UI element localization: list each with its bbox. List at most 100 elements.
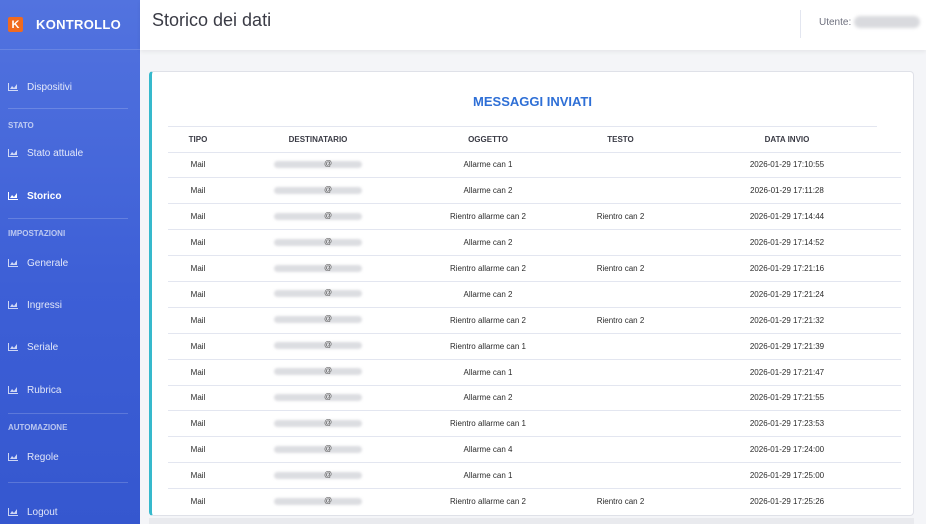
user-label[interactable]: Utente: (819, 17, 851, 28)
cell-oggetto: Allarme can 2 (408, 177, 568, 204)
sidebar-item-label: Generale (27, 257, 69, 269)
chart-area-icon (8, 301, 18, 309)
chart-area-icon (8, 192, 18, 200)
recipient-email-redacted: @ (268, 366, 368, 376)
sidebar-divider (8, 108, 128, 109)
email-at-sign: @ (324, 495, 333, 505)
cell-tipo: Mail (168, 151, 228, 178)
cell-tipo: Mail (168, 203, 228, 230)
table-row[interactable]: Mail @ Allarme can 4 2026-01-29 17:24:00 (168, 436, 901, 463)
cell-oggetto: Rientro allarme can 2 (408, 255, 568, 282)
cell-oggetto: Allarme can 4 (408, 436, 568, 463)
sidebar-item-generale[interactable]: Generale (0, 251, 140, 275)
table-row[interactable]: Mail @ Rientro allarme can 1 2026-01-29 17:… (168, 332, 901, 360)
cell-testo (568, 229, 673, 256)
cell-destinatario: @ (228, 384, 408, 411)
recipient-email-redacted: @ (268, 237, 368, 247)
table-row[interactable]: Mail @ Rientro allarme can 2 Rientro can 22… (168, 306, 901, 334)
cell-testo (568, 332, 673, 360)
cell-tipo: Mail (168, 177, 228, 204)
table-row[interactable]: Mail @ Allarme can 1 2026-01-29 17:21:47 (168, 358, 901, 386)
table-row[interactable]: Mail @ Allarme can 2 2026-01-29 17:11:28 (168, 177, 901, 204)
sidebar-item-rubrica[interactable]: Rubrica (0, 378, 140, 402)
sidebar-item-dispositivi[interactable]: Dispositivi (0, 75, 140, 99)
recipient-email-redacted: @ (268, 418, 368, 428)
sidebar-item-regole[interactable]: Regole (0, 445, 140, 469)
column-header-destinatario[interactable]: DESTINATARIO (228, 128, 408, 152)
recipient-email-redacted: @ (268, 470, 368, 480)
cell-destinatario: @ (228, 280, 408, 308)
messages-table: TIPO DESTINATARIO OGGETTO TESTO DATA INV… (168, 128, 901, 515)
cell-destinatario: @ (228, 410, 408, 437)
table-row[interactable]: Mail @ Allarme can 2 2026-01-29 17:21:55 (168, 384, 901, 411)
brand-logo: K (8, 17, 23, 32)
card-title: MESSAGGI INVIATI (473, 94, 592, 109)
cell-oggetto: Rientro allarme can 2 (408, 306, 568, 334)
table-row[interactable]: Mail @ Rientro allarme can 2 Rientro can 22… (168, 255, 901, 282)
redaction-blur (274, 419, 362, 427)
column-header-oggetto[interactable]: OGGETTO (408, 128, 568, 152)
topbar: Storico dei dati Utente: (140, 0, 926, 50)
cell-data-invio: 2026-01-29 17:14:44 (673, 203, 901, 230)
sidebar-item-storico[interactable]: Storico (0, 184, 140, 208)
sidebar-item-logout[interactable]: Logout (0, 500, 140, 524)
horizontal-scrollbar[interactable] (149, 518, 914, 524)
cell-tipo: Mail (168, 280, 228, 308)
email-at-sign: @ (324, 236, 333, 246)
cell-oggetto: Rientro allarme can 1 (408, 332, 568, 360)
cell-data-invio: 2026-01-29 17:25:00 (673, 462, 901, 489)
redaction-blur (274, 238, 362, 246)
column-header-data-invio[interactable]: DATA INVIO (673, 128, 901, 152)
redaction-blur (274, 368, 362, 376)
user-name-redacted[interactable] (854, 16, 920, 28)
recipient-email-redacted: @ (268, 159, 368, 169)
table-header-row: TIPO DESTINATARIO OGGETTO TESTO DATA INV… (168, 128, 901, 152)
cell-testo: Rientro can 2 (568, 203, 673, 230)
recipient-email-redacted: @ (268, 211, 368, 221)
cell-oggetto: Rientro allarme can 1 (408, 410, 568, 437)
cell-destinatario: @ (228, 488, 408, 515)
cell-data-invio: 2026-01-29 17:14:52 (673, 229, 901, 256)
sidebar-item-stato-attuale[interactable]: Stato attuale (0, 141, 140, 165)
table-row[interactable]: Mail @ Rientro allarme can 2 Rientro can 22… (168, 203, 901, 230)
table-row[interactable]: Mail @ Allarme can 1 2026-01-29 17:25:00 (168, 462, 901, 489)
cell-destinatario: @ (228, 151, 408, 178)
chart-area-icon (8, 149, 18, 157)
redaction-blur (274, 342, 362, 350)
section-impostazioni: IMPOSTAZIONI (8, 229, 66, 238)
section-automazione: AUTOMAZIONE (8, 423, 68, 432)
sidebar-item-ingressi[interactable]: Ingressi (0, 293, 140, 317)
sidebar-divider (8, 413, 128, 414)
chart-area-icon (8, 83, 18, 91)
redaction-blur (274, 445, 362, 453)
cell-destinatario: @ (228, 177, 408, 204)
cell-tipo: Mail (168, 358, 228, 386)
column-header-testo[interactable]: TESTO (568, 128, 673, 152)
sidebar-item-seriale[interactable]: Seriale (0, 335, 140, 359)
table-row[interactable]: Mail @ Allarme can 2 2026-01-29 17:14:52 (168, 229, 901, 256)
email-at-sign: @ (324, 366, 333, 376)
redaction-blur (274, 393, 362, 401)
cell-destinatario: @ (228, 255, 408, 282)
sidebar-item-label: Regole (27, 451, 59, 463)
cell-destinatario: @ (228, 306, 408, 334)
email-at-sign: @ (324, 417, 333, 427)
table-row[interactable]: Mail @ Rientro allarme can 2 Rientro can 22… (168, 488, 901, 515)
sidebar: K KONTROLLO Dispositivi STATO Stato attu… (0, 0, 140, 524)
cell-destinatario: @ (228, 332, 408, 360)
email-at-sign: @ (324, 340, 333, 350)
cell-tipo: Mail (168, 488, 228, 515)
cell-data-invio: 2026-01-29 17:21:39 (673, 332, 901, 360)
table-row[interactable]: Mail @ Allarme can 1 2026-01-29 17:10:55 (168, 151, 901, 178)
table-row[interactable]: Mail @ Allarme can 2 2026-01-29 17:21:24 (168, 280, 901, 308)
cell-tipo: Mail (168, 436, 228, 463)
column-header-tipo[interactable]: TIPO (168, 128, 228, 152)
table-row[interactable]: Mail @ Rientro allarme can 1 2026-01-29 17:… (168, 410, 901, 437)
cell-data-invio: 2026-01-29 17:21:47 (673, 358, 901, 386)
cell-testo (568, 280, 673, 308)
brand[interactable]: K KONTROLLO (0, 0, 140, 50)
cell-data-invio: 2026-01-29 17:10:55 (673, 151, 901, 178)
cell-data-invio: 2026-01-29 17:21:24 (673, 280, 901, 308)
cell-oggetto: Rientro allarme can 2 (408, 203, 568, 230)
sidebar-item-label: Logout (27, 506, 58, 518)
